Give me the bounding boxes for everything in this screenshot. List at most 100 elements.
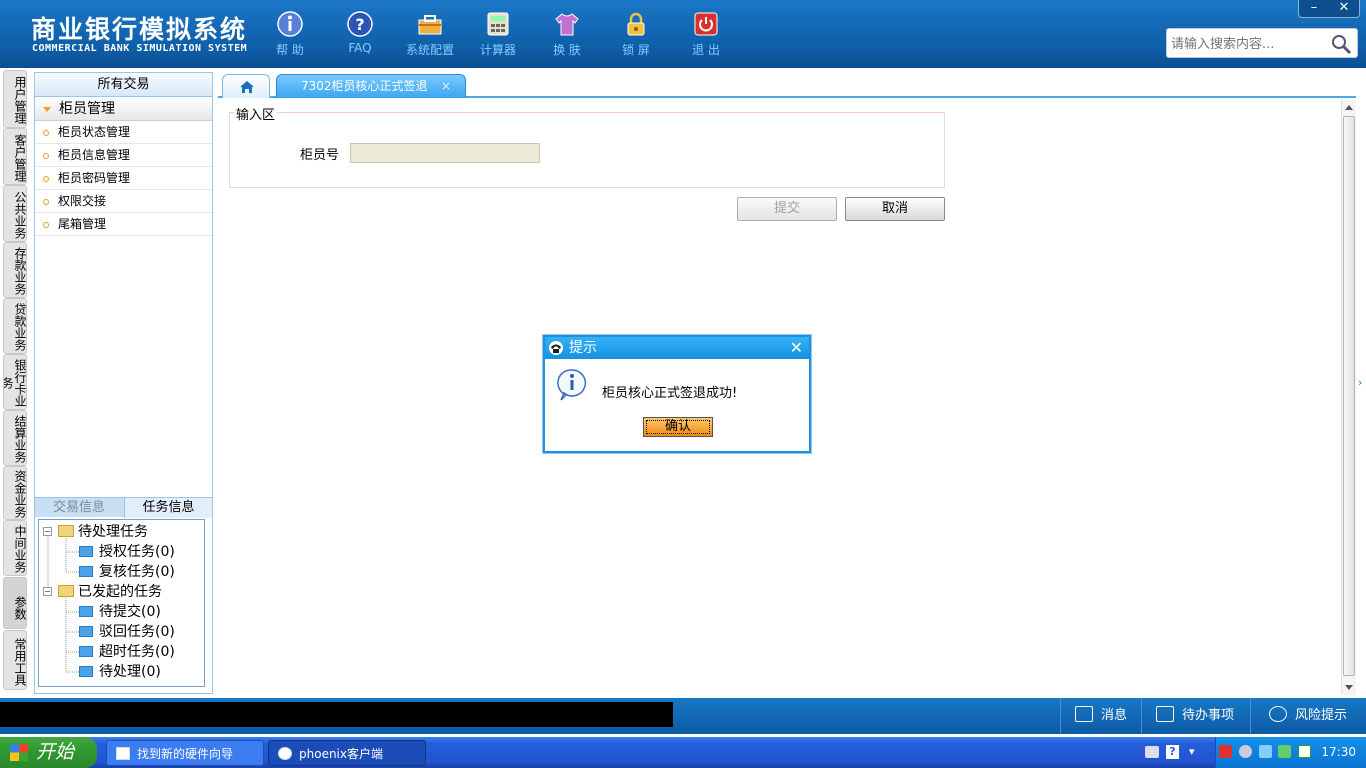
vtab-user-management[interactable]: 用户管理 (3, 70, 27, 128)
network-icon[interactable] (1258, 745, 1272, 758)
phone-tray-icon[interactable] (1238, 745, 1252, 758)
tree-node-label: 待提交(0) (99, 604, 161, 620)
dialog-close-button[interactable]: ✕ (790, 337, 803, 359)
messages-button[interactable]: 消息 (1060, 698, 1141, 734)
vtab-intermediate-business[interactable]: 中间业务 (3, 520, 27, 576)
help-tray-icon[interactable]: ? (1166, 745, 1179, 759)
group-label: 柜员管理 (59, 101, 115, 117)
exit-button[interactable]: 退 出 (678, 8, 734, 60)
folder-open-icon (58, 525, 74, 537)
skin-button[interactable]: 换 肤 (539, 8, 595, 60)
menu-item-cash-box[interactable]: 尾箱管理 (35, 213, 212, 236)
todo-button[interactable]: 待办事项 (1141, 698, 1250, 734)
window-icon (116, 747, 130, 760)
ime-icon[interactable]: ▾ (1189, 745, 1199, 759)
taskbar-item-phoenix-client[interactable]: phoenix客户端 (268, 740, 426, 766)
tree-node-pending[interactable]: 待处理任务 (58, 523, 148, 541)
menu-item-teller-password[interactable]: 柜员密码管理 (35, 167, 212, 190)
tab-task-info[interactable]: 任务信息 (124, 498, 212, 518)
vtab-loan-business[interactable]: 贷款业务 (3, 298, 27, 354)
menu-item-label: 柜员密码管理 (58, 171, 131, 185)
vtab-public-business[interactable]: 公共业务 (3, 185, 27, 242)
help-button[interactable]: 帮 助 (262, 8, 318, 60)
tree-node-label: 超时任务(0) (99, 644, 175, 660)
checkbox-icon (1156, 706, 1174, 722)
skin-label: 换 肤 (553, 43, 581, 57)
tab-close-button[interactable]: × (441, 75, 451, 97)
scroll-up-arrow-icon[interactable] (1345, 105, 1353, 110)
input-section: 输入区 柜员号 (229, 104, 945, 188)
search-box (1166, 28, 1358, 58)
tree-node-initiated[interactable]: 已发起的任务 (58, 583, 162, 601)
start-button[interactable]: 开始 (0, 737, 97, 768)
status-bar: 消息 待办事项 风险提示 (0, 698, 1366, 734)
windows-logo-icon (10, 744, 28, 761)
vtab-settlement-business[interactable]: 结算业务 (3, 410, 27, 466)
messages-label: 消息 (1101, 708, 1128, 723)
vertical-scrollbar[interactable] (1341, 100, 1356, 695)
scrollbar-thumb[interactable] (1343, 116, 1355, 676)
lock-icon (627, 12, 645, 36)
security-icon[interactable] (1278, 745, 1292, 758)
system-config-button[interactable]: 系统配置 (402, 8, 458, 60)
search-icon[interactable] (1329, 32, 1353, 56)
tab-transaction-info[interactable]: 交易信息 (35, 498, 123, 518)
menu-item-teller-info[interactable]: 柜员信息管理 (35, 144, 212, 167)
all-transactions-header[interactable]: 所有交易 (35, 73, 212, 97)
menu-item-label: 尾箱管理 (58, 217, 107, 231)
tree-node-rejected-task[interactable]: 驳回任务(0) (79, 623, 175, 641)
system-config-label: 系统配置 (405, 43, 454, 57)
confirm-button[interactable]: 确认 (643, 417, 713, 437)
tree-node-label: 授权任务(0) (99, 544, 175, 560)
lock-screen-button[interactable]: 锁 屏 (608, 8, 664, 60)
menu-item-label: 柜员信息管理 (58, 148, 131, 162)
faq-button[interactable]: ? FAQ (332, 8, 388, 60)
vtab-customer-management[interactable]: 客户管理 (3, 128, 27, 185)
tree-node-to-submit[interactable]: 待提交(0) (79, 603, 161, 621)
app-window: 商业银行模拟系统 COMMERCIAL BANK SIMULATION SYST… (0, 0, 1366, 768)
bullet-icon (43, 175, 49, 182)
header-bar: 商业银行模拟系统 COMMERCIAL BANK SIMULATION SYST… (0, 0, 1366, 68)
teller-id-field[interactable] (350, 143, 540, 163)
scroll-down-arrow-icon[interactable] (1345, 685, 1353, 690)
vtab-common-tools[interactable]: 常用工具 (3, 630, 27, 690)
teller-id-label: 柜员号 (300, 148, 340, 163)
tree-node-review-task[interactable]: 复核任务(0) (79, 563, 175, 581)
tab-teller-sign-out[interactable]: 7302柜员核心正式签退 × (276, 74, 466, 98)
tree-node-authorization-task[interactable]: 授权任务(0) (79, 543, 175, 561)
page-tab-bar: 7302柜员核心正式签退 × (218, 72, 1356, 98)
menu-item-authority-handover[interactable]: 权限交接 (35, 190, 212, 213)
tree-node-to-process[interactable]: 待处理(0) (79, 663, 161, 681)
exit-label: 退 出 (692, 43, 720, 57)
chat-bubble-icon (1269, 706, 1287, 722)
v2-tray-icon[interactable] (1298, 745, 1312, 758)
tree-node-timeout-task[interactable]: 超时任务(0) (79, 643, 175, 661)
taskbar-item-hardware-wizard[interactable]: 找到新的硬件向导 (106, 740, 264, 766)
risk-alert-button[interactable]: 风险提示 (1250, 698, 1366, 734)
close-window-button[interactable]: ✕ (1329, 0, 1359, 16)
vtab-bank-card-business[interactable]: 银行卡业务 (3, 354, 27, 410)
collapse-side-handle-icon[interactable]: › (1358, 360, 1366, 406)
vtab-parameters[interactable]: 参数 (3, 577, 27, 629)
risk-alert-label: 风险提示 (1295, 708, 1348, 723)
calculator-icon (487, 12, 509, 36)
taskbar-item-label: phoenix客户端 (299, 747, 383, 761)
calculator-label: 计算器 (479, 43, 516, 57)
vtab-fund-business[interactable]: 资金业务 (3, 466, 27, 520)
teller-management-group[interactable]: 柜员管理 (35, 97, 212, 121)
vtab-deposit-business[interactable]: 存款业务 (3, 242, 27, 298)
minimize-button[interactable]: – (1299, 0, 1329, 16)
cancel-button[interactable]: 取消 (845, 197, 945, 221)
start-label: 开始 (36, 741, 75, 763)
collapse-toggle-icon[interactable]: − (43, 587, 52, 596)
collapse-toggle-icon[interactable]: − (43, 527, 52, 536)
calculator-button[interactable]: 计算器 (470, 8, 526, 60)
folder-open-icon (58, 585, 74, 597)
tray-app-icon[interactable] (1219, 745, 1232, 758)
home-tab[interactable] (222, 74, 270, 98)
dialog-titlebar: 提示 ✕ (545, 337, 809, 359)
keyboard-icon[interactable] (1145, 746, 1159, 758)
submit-button[interactable]: 提交 (737, 197, 837, 221)
search-input[interactable] (1171, 34, 1321, 54)
menu-item-teller-status[interactable]: 柜员状态管理 (35, 121, 212, 144)
